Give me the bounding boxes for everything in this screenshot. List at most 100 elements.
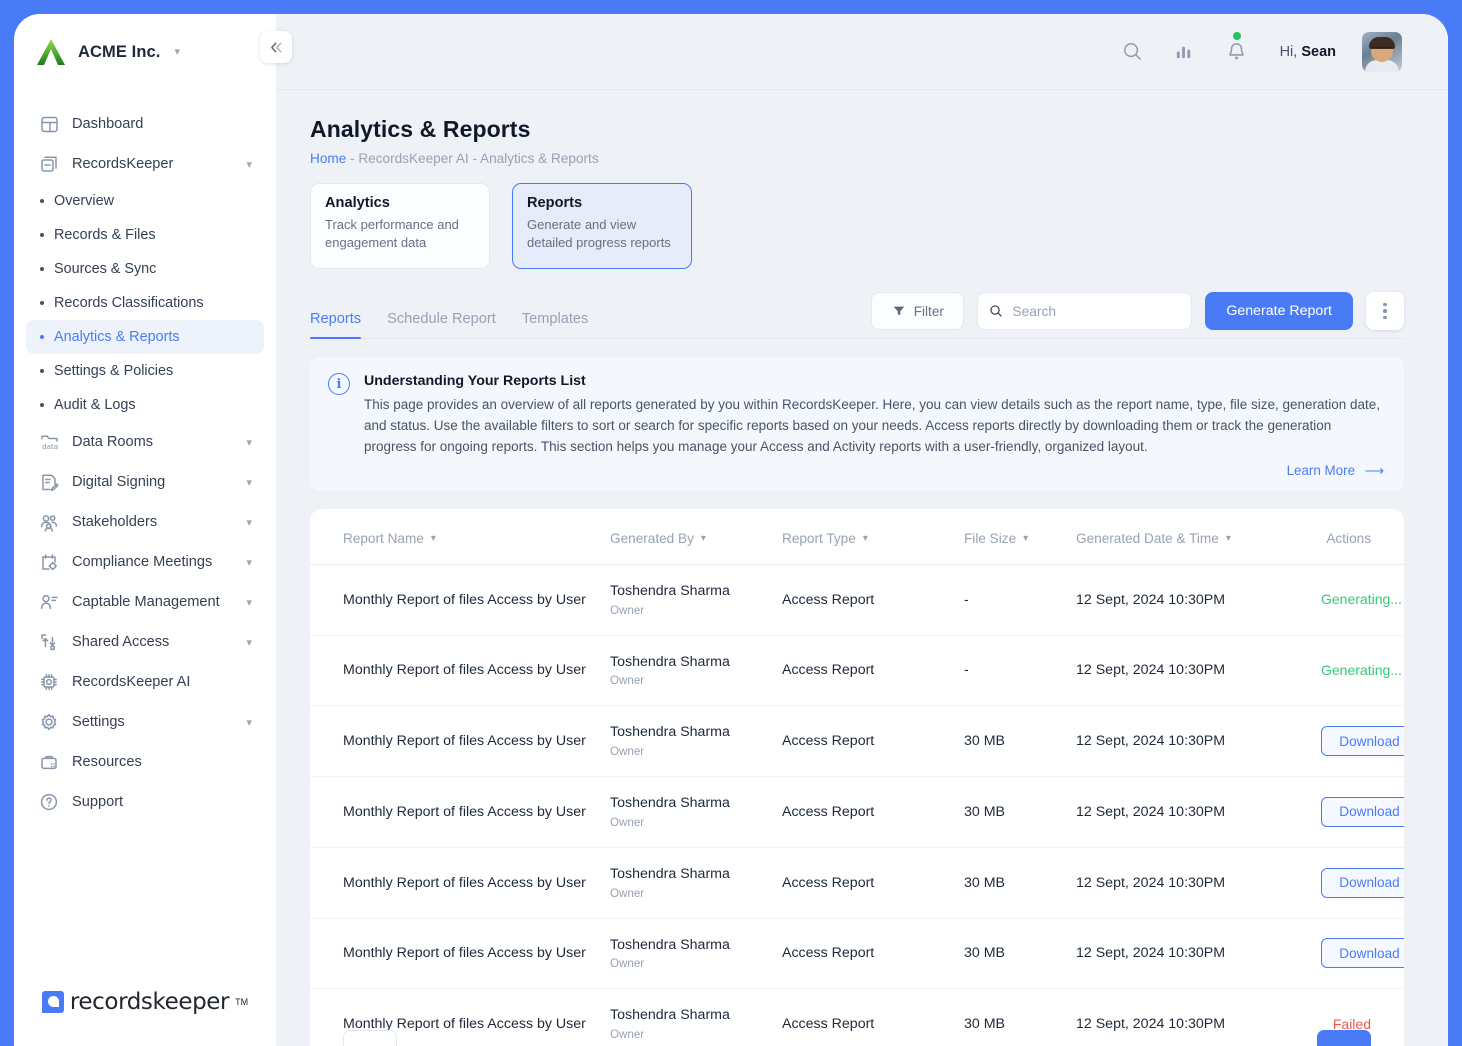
- sidebar-subitem-records-files[interactable]: Records & Files: [26, 218, 264, 252]
- chevron-down-icon[interactable]: ▾: [175, 46, 181, 58]
- avatar[interactable]: [1362, 31, 1402, 72]
- cell-generated-by: Toshendra Sharma Owner: [610, 847, 782, 919]
- banner-title: Understanding Your Reports List: [364, 373, 586, 389]
- sidebar-item-digital-signing[interactable]: Digital Signing ▾: [26, 462, 264, 502]
- table-row[interactable]: Monthly Report of files Access by User T…: [310, 918, 1404, 990]
- sidebar-item-data-rooms[interactable]: data Data Rooms ▾: [26, 422, 264, 462]
- sidebar-collapse-button[interactable]: [260, 31, 292, 63]
- download-button[interactable]: Download: [1321, 938, 1404, 969]
- sidebar-item-recordskeeper[interactable]: RecordsKeeper ▾: [26, 144, 264, 184]
- calendar-gear-icon: [41, 554, 57, 571]
- column-header-report-name[interactable]: Report Name ▾: [310, 508, 610, 565]
- sidebar-subitem-records-classifications[interactable]: Records Classifications: [26, 286, 264, 320]
- bullet-icon: [40, 233, 44, 237]
- chevron-down-icon[interactable]: ▾: [246, 716, 252, 729]
- download-button[interactable]: Download: [1321, 867, 1404, 898]
- cell-generated-by: Toshendra Sharma Owner: [610, 564, 782, 636]
- tab-templates[interactable]: Templates: [522, 311, 589, 338]
- tab-schedule-report[interactable]: Schedule Report: [387, 311, 496, 338]
- sidebar-item-label: Data Rooms: [72, 434, 154, 450]
- reports-table-card: Report Name ▾ Generated By ▾ Report Type ▾ …: [310, 508, 1404, 1046]
- chevron-down-icon[interactable]: ▾: [246, 596, 252, 609]
- download-button[interactable]: Download: [1321, 726, 1404, 757]
- bell-icon[interactable]: [1224, 31, 1250, 65]
- briefcase-icon: [40, 755, 57, 770]
- breadcrumb-home-link[interactable]: Home: [310, 151, 346, 166]
- sidebar-subitem-sources-sync[interactable]: Sources & Sync: [26, 252, 264, 286]
- cell-actions: Generating...: [1321, 564, 1404, 636]
- cell-generated-by: Toshendra Sharma Owner: [610, 918, 782, 990]
- tab-toolbar-row: Reports Schedule Report Templates Filter: [310, 292, 1404, 339]
- reports-table: Report Name ▾ Generated By ▾ Report Type ▾ …: [310, 508, 1404, 1046]
- pagination-prev-button[interactable]: [343, 1030, 397, 1046]
- sidebar-subitem-analytics-reports[interactable]: Analytics & Reports: [26, 320, 264, 354]
- pagination: [310, 1030, 1404, 1046]
- cell-report-type: Access Report: [782, 776, 964, 848]
- sidebar-item-recordskeeper-ai[interactable]: RecordsKeeper AI: [26, 662, 264, 702]
- person-list-icon: [38, 592, 59, 613]
- download-button[interactable]: Download: [1321, 796, 1404, 827]
- sidebar-subitem-settings-policies[interactable]: Settings & Policies: [26, 354, 264, 388]
- acme-a-logo-icon: [36, 38, 66, 66]
- recordskeeper-logo-icon: [41, 991, 64, 1013]
- column-header-file-size[interactable]: File Size ▾: [964, 508, 1076, 565]
- sidebar-subitem-label: Records Classifications: [54, 295, 204, 311]
- mode-card-title: Analytics: [325, 195, 390, 211]
- chevron-down-icon: ▾: [700, 532, 706, 544]
- sidebar-item-captable-management[interactable]: Captable Management ▾: [26, 582, 264, 622]
- app-window: ACME Inc. ▾ Dashboard RecordsKeeper ▾ Overv…: [14, 14, 1448, 1046]
- banner-body: This page provides an overview of all re…: [364, 397, 1381, 454]
- table-row[interactable]: Monthly Report of files Access by User T…: [310, 847, 1404, 919]
- learn-more-link[interactable]: Learn More ⟶: [364, 463, 1384, 479]
- search-icon[interactable]: [1120, 39, 1146, 65]
- cell-generated-date: 12 Sept, 2024 10:30PM: [1076, 705, 1321, 778]
- table-row[interactable]: Monthly Report of files Access by User T…: [310, 635, 1404, 707]
- filter-button[interactable]: Filter: [871, 292, 965, 330]
- learn-more-label: Learn More: [1286, 462, 1356, 478]
- sidebar-item-stakeholders[interactable]: Stakeholders ▾: [26, 502, 264, 542]
- dashboard-icon: [40, 116, 58, 133]
- cell-file-size: 30 MB: [964, 918, 1076, 990]
- sidebar-subitem-audit-logs[interactable]: Audit & Logs: [26, 388, 264, 422]
- search-box[interactable]: [977, 292, 1193, 330]
- brand-header[interactable]: ACME Inc. ▾: [14, 14, 276, 90]
- tab-reports[interactable]: Reports: [310, 311, 362, 339]
- gear-icon: [38, 712, 59, 733]
- table-row[interactable]: Monthly Report of files Access by User T…: [310, 705, 1404, 778]
- sidebar-subitem-overview[interactable]: Overview: [26, 184, 264, 218]
- bar-chart-icon[interactable]: [1172, 39, 1198, 65]
- table-row[interactable]: Monthly Report of files Access by User T…: [310, 564, 1404, 636]
- column-header-generated-date[interactable]: Generated Date & Time ▾: [1076, 508, 1321, 565]
- sidebar-item-label: Dashboard: [72, 116, 144, 132]
- generate-report-button[interactable]: Generate Report: [1205, 292, 1353, 330]
- sidebar-item-shared-access[interactable]: Shared Access ▾: [26, 622, 264, 662]
- sidebar-item-dashboard[interactable]: Dashboard: [26, 104, 264, 144]
- cell-actions: Generating...: [1321, 635, 1404, 707]
- cell-actions: Download: [1321, 705, 1404, 778]
- question-circle-icon: [38, 792, 59, 813]
- sidebar-item-settings[interactable]: Settings ▾: [26, 702, 264, 742]
- table-row[interactable]: Monthly Report of files Access by User T…: [310, 776, 1404, 848]
- column-header-report-type[interactable]: Report Type ▾: [782, 508, 964, 565]
- mode-card-reports[interactable]: Reports Generate and view detailed progr…: [512, 183, 692, 269]
- search-input[interactable]: [1012, 303, 1181, 319]
- chevron-down-icon[interactable]: ▾: [246, 556, 252, 569]
- sidebar-item-resources[interactable]: Resources: [26, 742, 264, 782]
- sidebar-item-compliance-meetings[interactable]: Compliance Meetings ▾: [26, 542, 264, 582]
- chevron-down-icon[interactable]: ▾: [246, 158, 252, 171]
- chevron-down-icon[interactable]: ▾: [246, 436, 252, 449]
- generated-by-name: Toshendra Sharma: [610, 936, 730, 953]
- mode-card-analytics[interactable]: Analytics Track performance and engageme…: [310, 183, 490, 269]
- sidebar-nav: Dashboard RecordsKeeper ▾ Overview Records &…: [14, 90, 276, 958]
- column-header-generated-by[interactable]: Generated By ▾: [610, 508, 782, 565]
- generated-by-name: Toshendra Sharma: [610, 724, 730, 741]
- pagination-next-button[interactable]: [1317, 1030, 1371, 1046]
- sidebar-item-label: Resources: [72, 754, 142, 770]
- chevron-down-icon[interactable]: ▾: [246, 516, 252, 529]
- kebab-menu-icon[interactable]: [1366, 292, 1404, 330]
- generated-by-role: Owner: [610, 886, 645, 900]
- chevron-down-icon[interactable]: ▾: [246, 636, 252, 649]
- chevron-down-icon[interactable]: ▾: [246, 476, 252, 489]
- funnel-icon: [893, 306, 904, 316]
- sidebar-item-support[interactable]: Support: [26, 782, 264, 822]
